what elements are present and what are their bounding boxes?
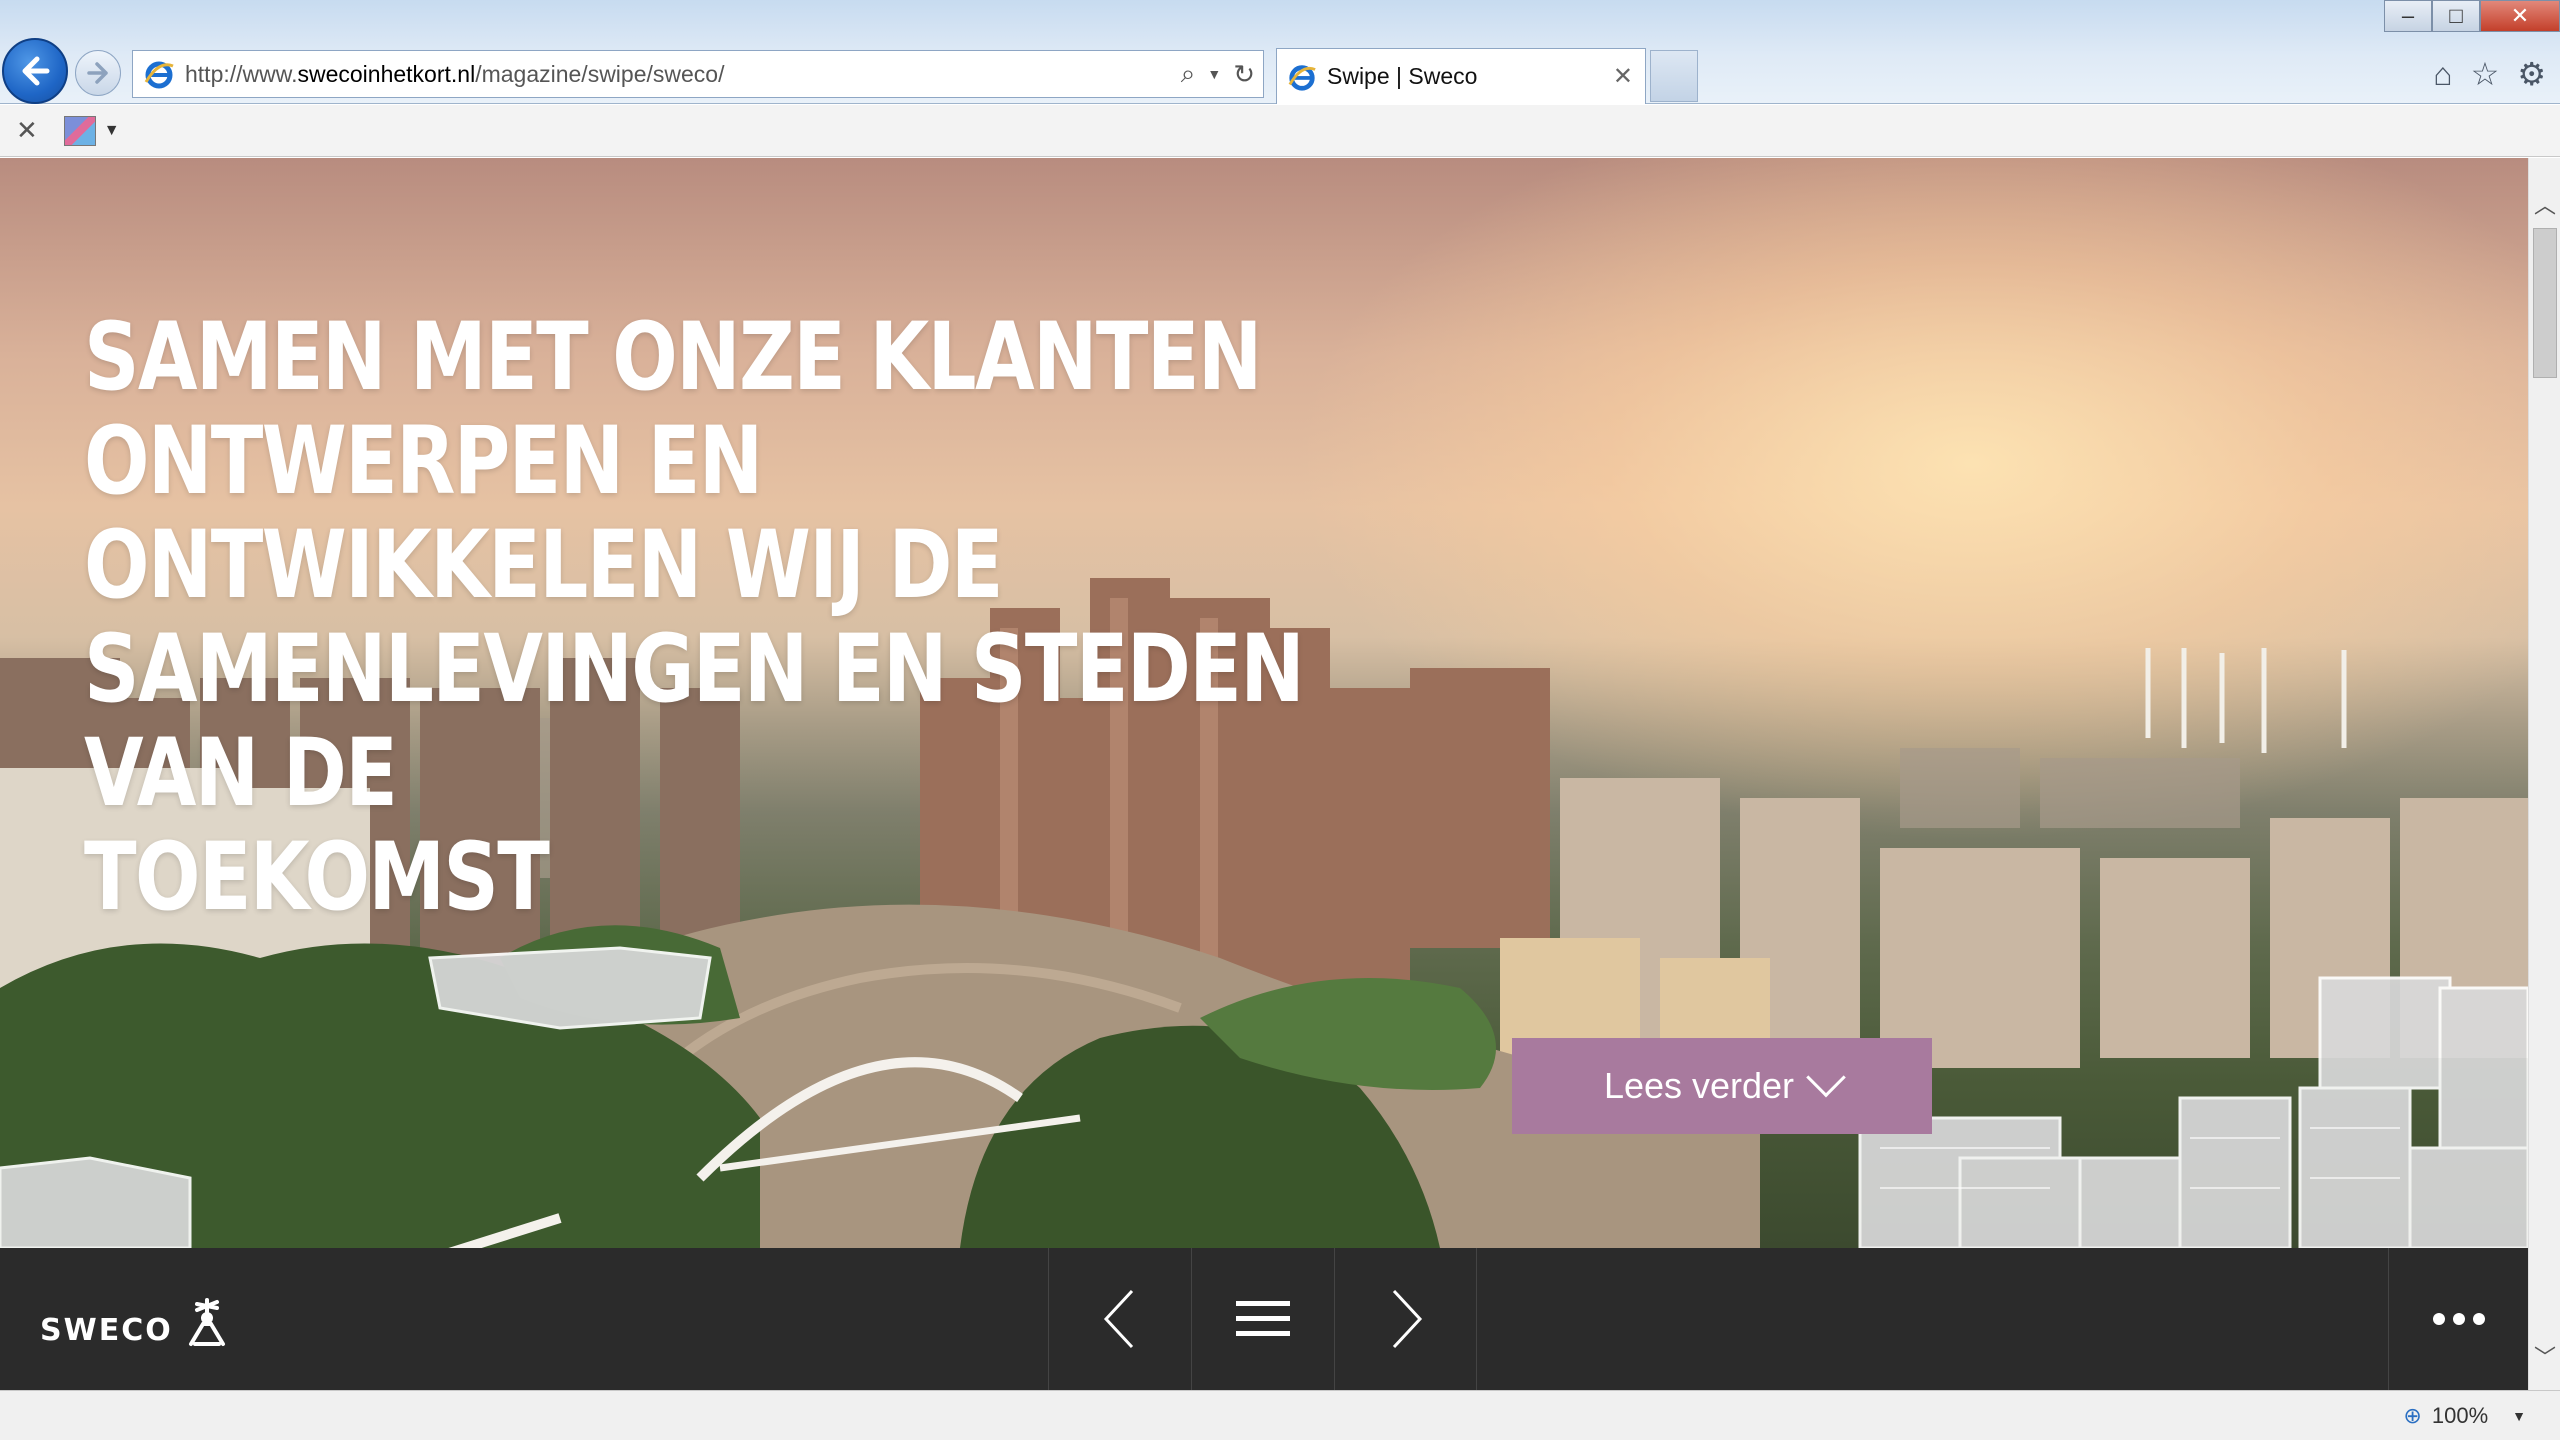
status-bar: ⊕ 100% ▼ [0, 1390, 2560, 1440]
new-tab-button[interactable] [1650, 50, 1698, 102]
hero-image: SAMEN MET ONZE KLANTEN ONTWERPEN EN ONTW… [0, 158, 2528, 1248]
scroll-up-icon[interactable]: ︿ [2529, 186, 2560, 222]
ie-page-icon [144, 61, 174, 89]
scroll-down-icon[interactable]: ﹀ [2529, 1338, 2560, 1374]
window-controls: – □ ✕ [2384, 0, 2560, 32]
close-tab-icon[interactable]: ✕ [1613, 62, 1633, 91]
gear-icon[interactable]: ⚙ [2517, 54, 2546, 94]
home-icon[interactable]: ⌂ [2433, 54, 2452, 94]
vertical-scrollbar[interactable]: ︿ ﹀ [2528, 158, 2560, 1390]
sweco-logo-icon [188, 1298, 225, 1346]
dropdown-arrow-icon[interactable]: ▼ [1207, 66, 1221, 82]
chevron-down-icon[interactable]: ▼ [2512, 1408, 2526, 1424]
tab-swipe-sweco[interactable]: Swipe | Sweco ✕ [1276, 48, 1646, 104]
previous-page-button[interactable] [1048, 1248, 1191, 1390]
hamburger-menu-icon [1236, 1301, 1290, 1336]
menu-button[interactable] [1191, 1248, 1334, 1390]
hero-headline: SAMEN MET ONZE KLANTEN ONTWERPEN EN ONTW… [84, 306, 1396, 930]
bottom-navbar: SWECO [0, 1248, 2528, 1390]
sweco-logo[interactable]: SWECO [40, 1296, 233, 1348]
read-more-label: Lees verder [1603, 1065, 1795, 1106]
scrollbar-thumb[interactable] [2533, 228, 2557, 378]
headline-line: TOEKOMST [84, 823, 550, 932]
headline-line: SAMEN MET ONZE KLANTEN [84, 303, 1262, 412]
next-page-button[interactable] [1334, 1248, 1477, 1390]
maximize-button[interactable]: □ [2432, 0, 2480, 32]
ie-page-icon [1288, 64, 1316, 91]
star-icon[interactable]: ☆ [2471, 54, 2500, 94]
headline-line: SAMENLEVINGEN EN STEDEN VAN DE [84, 615, 1305, 828]
addon-icon[interactable] [63, 115, 96, 146]
command-bar: ✕ ▼ [0, 105, 2560, 157]
read-more-button[interactable]: Lees verder [1512, 1038, 1932, 1134]
page-viewport: SAMEN MET ONZE KLANTEN ONTWERPEN EN ONTW… [0, 158, 2528, 1390]
chevron-down-icon [1806, 1057, 1846, 1098]
forward-button[interactable] [75, 50, 121, 96]
minimize-button[interactable]: – [2384, 0, 2432, 32]
browser-titlebar: – □ ✕ http://www.swecoinhetkort.nl/magaz… [0, 0, 2560, 104]
url-text: http://www.swecoinhetkort.nl/magazine/sw… [185, 60, 725, 87]
logo-text: SWECO [40, 1313, 173, 1348]
chevron-down-icon[interactable]: ▼ [104, 122, 120, 140]
tab-title: Swipe | Sweco [1327, 63, 1478, 89]
chevron-right-icon [1392, 1289, 1422, 1349]
zoom-level: 100% [2431, 1403, 2489, 1428]
chevron-left-icon [1103, 1289, 1134, 1349]
zoom-icon: ⊕ [2403, 1403, 2422, 1428]
zoom-control[interactable]: ⊕ 100% ▼ [2403, 1403, 2526, 1429]
headline-line: ONTWERPEN EN ONTWIKKELEN WIJ DE [84, 407, 1004, 620]
close-icon[interactable]: ✕ [16, 115, 38, 146]
back-arrow-icon [22, 56, 50, 86]
more-options-button[interactable] [2388, 1248, 2528, 1390]
more-dots-icon [2432, 1313, 2445, 1325]
address-bar[interactable]: http://www.swecoinhetkort.nl/magazine/sw… [132, 50, 1264, 98]
back-button[interactable] [2, 38, 68, 104]
close-window-button[interactable]: ✕ [2480, 0, 2560, 32]
search-icon[interactable]: ⌕ [1181, 58, 1196, 90]
refresh-icon[interactable]: ↻ [1233, 59, 1255, 90]
forward-arrow-icon [87, 62, 108, 84]
